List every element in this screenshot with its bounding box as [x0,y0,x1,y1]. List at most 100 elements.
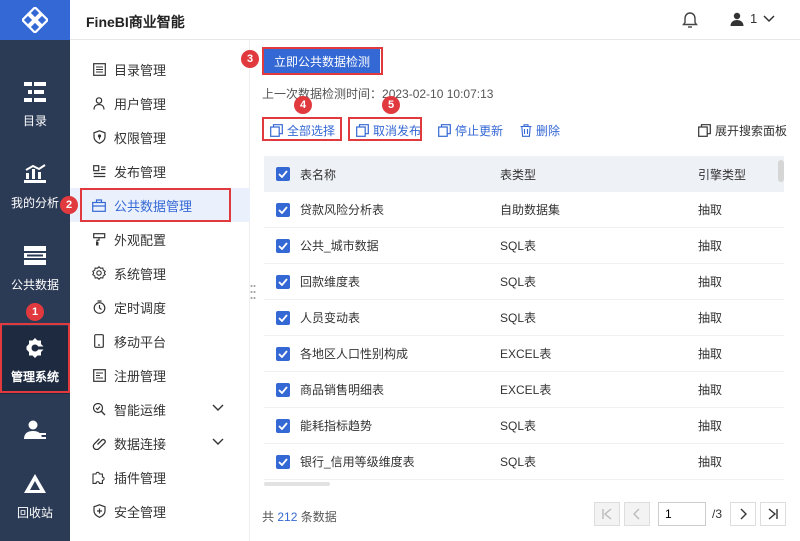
catalog-manage-icon [92,62,106,76]
menu-item-catalog-manage[interactable]: 目录管理 [70,52,250,86]
delete-button[interactable]: 删除 [520,120,560,140]
chevron-down-icon[interactable] [212,404,224,412]
cell-table-name: 回款维度表 [300,275,361,289]
chevron-right-icon [740,508,748,520]
menu-item-security-manage[interactable]: 安全管理 [70,494,250,528]
first-page-icon [602,508,612,520]
cell-table-type: SQL表 [500,419,537,433]
table-row[interactable]: 公共_城市数据 SQL表 抽取 [264,228,784,264]
chevron-left-icon [633,508,640,520]
next-page-button[interactable] [730,502,757,526]
menu-item-permission-manage[interactable]: 权限管理 [70,120,250,154]
cell-engine-type: 抽取 [698,455,723,469]
cell-table-name: 能耗指标趋势 [300,419,373,433]
prev-page-button[interactable] [624,502,650,526]
table-row[interactable]: 人员变动表 SQL表 抽取 [264,300,784,336]
rail-label: 回收站 [16,505,53,520]
publish-icon [92,164,106,178]
check-icon [278,170,288,178]
header-table-name: 表名称 [300,167,337,182]
row-checkbox[interactable] [276,310,290,325]
cell-table-type: EXCEL表 [500,383,552,397]
horizontal-scrollbar[interactable] [264,482,330,486]
cell-table-name: 贷款风险分析表 [300,203,385,217]
main-content: 立即公共数据检测 上一次数据检测时间：2023-02-10 10:07:13 全… [256,40,800,541]
menu-label: 用户管理 [114,96,167,112]
top-header: FineBI商业智能 1 [70,0,800,40]
row-checkbox[interactable] [276,346,290,361]
rail-item-public-data[interactable]: 公共数据 [0,234,70,302]
menu-label: 插件管理 [114,470,167,486]
action-toolbar: 全部选择 取消发布 停止更新 删除 展开搜索面板 [264,120,800,140]
row-checkbox[interactable] [276,454,290,469]
row-checkbox[interactable] [276,202,290,217]
menu-item-register-manage[interactable]: 注册管理 [70,358,250,392]
table-row[interactable]: 商品销售明细表 EXCEL表 抽取 [264,372,784,408]
cell-table-name: 人员变动表 [300,311,361,325]
rail-item-my-analysis[interactable]: 我的分析 [0,152,70,220]
rail-item-catalog[interactable]: 目录 [0,70,70,138]
bell-icon[interactable] [682,11,700,29]
menu-item-schedule[interactable]: 定时调度 [70,290,250,324]
total-count: 212 [277,510,298,524]
menu-item-appearance[interactable]: 外观配置 [70,222,250,256]
check-icon [278,385,288,394]
chevron-down-icon[interactable] [212,438,224,446]
logo-icon [22,7,48,33]
menu-label: 外观配置 [114,232,167,248]
menu-label: 权限管理 [114,130,167,146]
menu-item-publish-manage[interactable]: 发布管理 [70,154,250,188]
first-page-button[interactable] [594,502,620,526]
cell-engine-type: 抽取 [698,239,723,253]
scrollbar-thumb[interactable] [778,160,784,182]
row-checkbox[interactable] [276,274,290,289]
last-page-button[interactable] [760,502,787,526]
annotation-box-unpublish [348,117,422,141]
cell-table-type: SQL表 [500,455,537,469]
user-menu[interactable]: 1 [730,11,775,26]
page-number-input[interactable] [658,502,706,526]
chevron-down-icon [763,14,775,22]
menu-item-user-manage[interactable]: 用户管理 [70,86,250,120]
rail-label: 公共数据 [10,277,59,292]
total-pages: /3 [712,507,723,521]
menu-item-mobile-platform[interactable]: 移动平台 [70,324,250,358]
menu-item-smart-ops[interactable]: 智能运维 [70,392,250,426]
user-icon [92,96,106,110]
check-icon [278,457,288,466]
palette-icon [92,232,106,246]
table-row[interactable]: 各地区人口性别构成 EXCEL表 抽取 [264,336,784,372]
select-all-checkbox[interactable] [276,167,290,181]
last-check-value: 2023-02-10 10:07:13 [382,87,494,101]
register-icon [92,368,106,382]
row-checkbox[interactable] [276,382,290,397]
row-checkbox[interactable] [276,418,290,433]
copy-icon [698,123,711,137]
expand-search-button[interactable]: 展开搜索面板 [698,120,787,140]
menu-label: 目录管理 [114,62,167,78]
table-row[interactable]: 能耗指标趋势 SQL表 抽取 [264,408,784,444]
check-icon [278,421,288,430]
rail-label: 我的分析 [10,195,59,210]
app-title: FineBI商业智能 [86,14,185,30]
rail-item-recycle[interactable]: 回收站 [0,462,70,530]
app-logo[interactable] [0,0,70,40]
rail-item-user-manage[interactable] [0,400,70,468]
delete-label: 删除 [536,123,561,138]
table-row[interactable]: 贷款风险分析表 自助数据集 抽取 [264,192,784,228]
mobile-icon [92,334,106,348]
table-row[interactable]: 回款维度表 SQL表 抽取 [264,264,784,300]
table-row[interactable]: 银行_信用等级维度表 SQL表 抽取 [264,444,784,480]
stop-update-button[interactable]: 停止更新 [438,120,503,140]
menu-item-plugin-manage[interactable]: 插件管理 [70,460,250,494]
check-icon [278,205,288,214]
cell-engine-type: 抽取 [698,275,723,289]
pagination: /3 [594,502,787,526]
menu-label: 移动平台 [114,334,167,350]
link-icon [92,436,106,450]
row-checkbox[interactable] [276,238,290,253]
vertical-scrollbar[interactable] [778,156,784,482]
menu-item-data-connection[interactable]: 数据连接 [70,426,250,460]
menu-item-system-manage[interactable]: 系统管理 [70,256,250,290]
annotation-badge: 2 [60,196,78,214]
